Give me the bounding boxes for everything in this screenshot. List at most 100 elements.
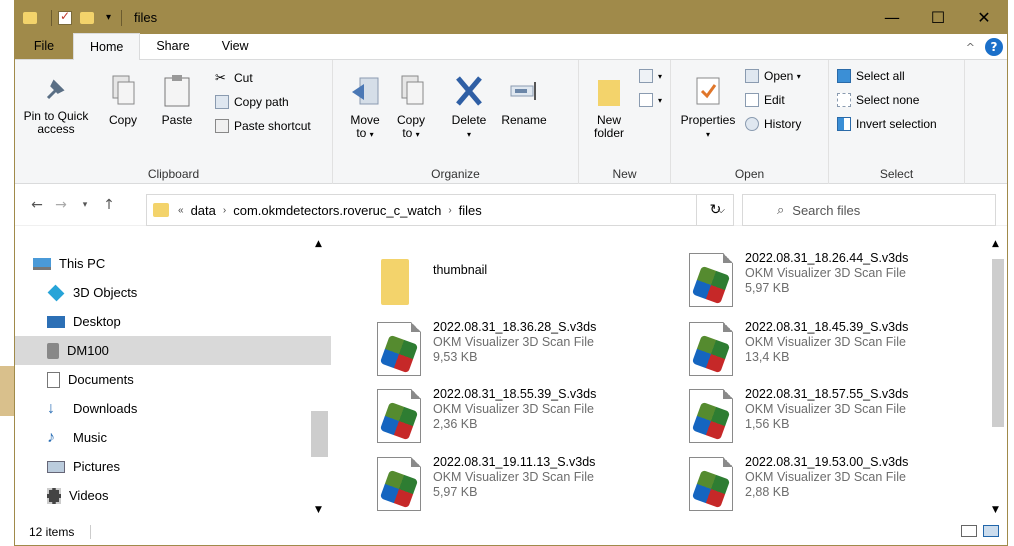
file-name: 2022.08.31_18.45.39_S.v3ds xyxy=(745,320,909,334)
document-icon xyxy=(47,371,60,388)
nav-scrollbar-thumb[interactable] xyxy=(311,411,328,457)
file-name: thumbnail xyxy=(433,263,488,277)
nav-item-downloads[interactable]: ↓ Downloads xyxy=(15,394,331,423)
scroll-up-icon[interactable]: ▲ xyxy=(315,239,322,249)
nav-label: DM100 xyxy=(67,343,109,358)
open-button[interactable]: Open ▾ xyxy=(745,66,801,86)
rename-button[interactable]: Rename xyxy=(497,74,551,127)
tab-view[interactable]: View xyxy=(206,33,265,59)
edit-button[interactable]: Edit xyxy=(745,90,785,110)
history-button[interactable]: History xyxy=(745,114,801,134)
cube-icon xyxy=(47,284,65,301)
nav-label: Desktop xyxy=(73,314,121,329)
navigation-pane: This PC 3D Objects Desktop DM100 Documen… xyxy=(15,235,331,519)
scroll-down-icon[interactable]: ▼ xyxy=(315,505,322,515)
delete-x-icon xyxy=(456,76,482,106)
new-item-button[interactable]: ▾ xyxy=(639,66,662,86)
refresh-button[interactable]: ↻ xyxy=(696,194,734,226)
select-all-button[interactable]: Select all xyxy=(837,66,905,86)
list-item[interactable]: 2022.08.31_18.45.39_S.v3ds OKM Visualize… xyxy=(689,320,979,384)
list-item[interactable]: 2022.08.31_19.11.13_S.v3ds OKM Visualize… xyxy=(377,455,667,519)
nav-item-dm100[interactable]: DM100 xyxy=(15,336,331,365)
ribbon-right: ^ ? xyxy=(966,38,1003,56)
invert-selection-label: Invert selection xyxy=(856,117,937,131)
move-to-button[interactable]: Move to ▾ xyxy=(345,74,385,141)
nav-item-3d-objects[interactable]: 3D Objects xyxy=(15,278,331,307)
list-item[interactable]: 2022.08.31_19.53.00_S.v3ds OKM Visualize… xyxy=(689,455,979,519)
file-type: OKM Visualizer 3D Scan File xyxy=(745,470,906,484)
back-arrow-icon[interactable]: ← xyxy=(25,197,49,213)
recent-locations-icon[interactable]: ▾ xyxy=(73,200,97,210)
properties-quick-icon[interactable] xyxy=(58,9,72,25)
open-label: Open xyxy=(764,69,794,83)
nav-item-desktop[interactable]: Desktop xyxy=(15,307,331,336)
new-group-label: New xyxy=(612,167,637,181)
select-none-label: Select none xyxy=(856,93,920,107)
scroll-down-icon[interactable]: ▼ xyxy=(992,505,999,515)
scroll-up-icon[interactable]: ▲ xyxy=(992,239,999,249)
nav-label: 3D Objects xyxy=(73,285,138,300)
minimize-button[interactable]: — xyxy=(869,1,915,34)
v3ds-file-icon xyxy=(689,457,733,511)
up-arrow-icon[interactable]: ↑ xyxy=(97,197,121,213)
nav-item-documents[interactable]: Documents xyxy=(15,365,331,394)
new-folder-quick-icon[interactable] xyxy=(80,11,94,24)
breadcrumb-app[interactable]: com.okmdetectors.roveruc_c_watch xyxy=(233,203,441,218)
breadcrumb-data[interactable]: data xyxy=(191,203,216,218)
list-item[interactable]: thumbnail xyxy=(377,253,667,317)
nav-item-pictures[interactable]: Pictures xyxy=(15,452,331,481)
edit-icon xyxy=(745,93,759,107)
chevron-right-icon[interactable]: › xyxy=(448,205,451,216)
select-none-button[interactable]: Select none xyxy=(837,90,919,110)
open-group-label: Open xyxy=(734,167,765,181)
properties-label: Properties xyxy=(680,113,736,127)
collapse-ribbon-icon[interactable]: ^ xyxy=(966,41,975,54)
customize-quick-access-icon[interactable]: ▾ xyxy=(106,12,111,23)
copy-icon xyxy=(112,75,135,105)
tab-file[interactable]: File xyxy=(15,33,73,59)
search-input[interactable]: ⌕ Search files xyxy=(742,194,996,226)
list-item[interactable]: 2022.08.31_18.36.28_S.v3ds OKM Visualize… xyxy=(377,320,667,384)
nav-item-videos[interactable]: Videos xyxy=(15,481,331,510)
file-name: 2022.08.31_19.11.13_S.v3ds xyxy=(433,455,596,469)
paste-button[interactable]: Paste xyxy=(155,74,199,127)
v3ds-file-icon xyxy=(689,389,733,443)
maximize-button[interactable]: ☐ xyxy=(915,1,961,34)
pin-quick-access-button[interactable]: Pin to Quick access xyxy=(19,74,93,136)
delete-button[interactable]: Delete ▾ xyxy=(445,74,493,141)
copy-path-button[interactable]: Copy path xyxy=(215,92,289,112)
properties-icon xyxy=(696,77,720,105)
nav-item-this-pc[interactable]: This PC xyxy=(15,249,331,278)
nav-item-music[interactable]: ♪ Music xyxy=(15,423,331,452)
new-folder-button[interactable]: New folder xyxy=(587,74,631,140)
select-group: Select all Select none Invert selection … xyxy=(829,60,965,184)
list-item[interactable]: 2022.08.31_18.57.55_S.v3ds OKM Visualize… xyxy=(689,387,979,451)
tab-share[interactable]: Share xyxy=(140,33,205,59)
address-bar[interactable]: « data › com.okmdetectors.roveruc_c_watc… xyxy=(146,194,734,226)
forward-arrow-icon[interactable]: → xyxy=(49,197,73,213)
list-item[interactable]: 2022.08.31_18.26.44_S.v3ds OKM Visualize… xyxy=(689,251,979,315)
list-item[interactable]: 2022.08.31_18.55.39_S.v3ds OKM Visualize… xyxy=(377,387,667,451)
copy-to-button[interactable]: Copy to ▾ xyxy=(391,74,431,141)
invert-selection-button[interactable]: Invert selection xyxy=(837,114,937,134)
chevron-right-icon[interactable]: › xyxy=(223,205,226,216)
file-type: OKM Visualizer 3D Scan File xyxy=(433,402,594,416)
file-list-scrollbar-thumb[interactable] xyxy=(992,259,1004,427)
paste-shortcut-button[interactable]: Paste shortcut xyxy=(215,116,311,136)
copy-button[interactable]: Copy xyxy=(103,74,143,127)
help-icon[interactable]: ? xyxy=(985,38,1003,56)
cut-button[interactable]: ✂ Cut xyxy=(215,68,253,88)
close-button[interactable]: ✕ xyxy=(961,1,1007,34)
overflow-chevron-icon[interactable]: « xyxy=(178,205,184,216)
file-type: OKM Visualizer 3D Scan File xyxy=(433,470,594,484)
item-count: 12 items xyxy=(29,525,75,539)
easy-access-button[interactable]: ▾ xyxy=(639,90,662,110)
details-view-icon[interactable] xyxy=(961,525,977,537)
tiles-view-icon[interactable] xyxy=(983,525,999,537)
file-size: 9,53 KB xyxy=(433,350,478,364)
breadcrumb-files[interactable]: files xyxy=(459,203,482,218)
nav-scrollbar[interactable]: ▲ ▼ xyxy=(311,235,328,519)
tab-home[interactable]: Home xyxy=(73,33,141,60)
history-label: History xyxy=(764,117,802,131)
properties-button[interactable]: Properties ▾ xyxy=(677,74,739,141)
